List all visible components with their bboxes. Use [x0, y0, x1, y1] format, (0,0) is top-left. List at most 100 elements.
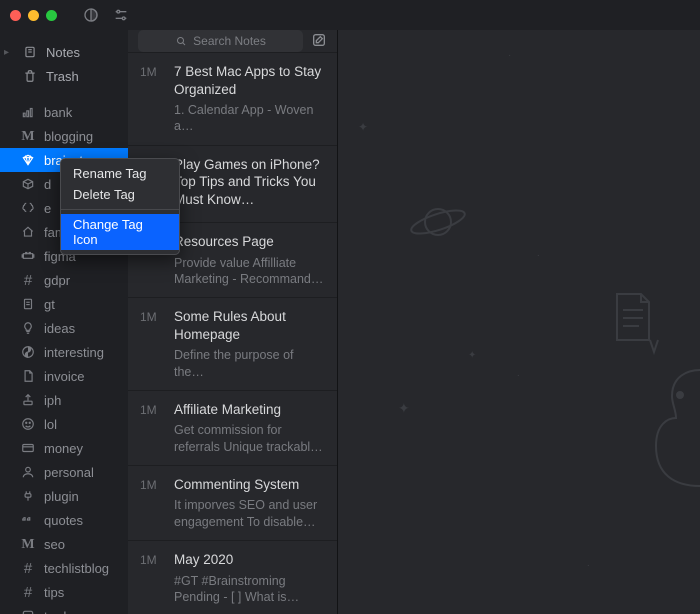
check-icon — [20, 609, 36, 614]
sidebar-tag-plugin[interactable]: plugin — [0, 484, 128, 508]
menu-item-rename-tag[interactable]: Rename Tag — [61, 163, 179, 184]
star-icon: ✦ — [398, 400, 410, 417]
sidebar-tag-label: interesting — [44, 345, 104, 360]
note-title: Affiliate Marketing — [174, 401, 325, 419]
sidebar-tag-label: gdpr — [44, 273, 70, 288]
note-title: Commenting System — [174, 476, 325, 494]
bulb-icon — [20, 321, 36, 335]
sidebar-tag-label: to-do — [44, 609, 74, 614]
invader-icon — [20, 249, 36, 263]
note-item[interactable]: 1M Some Rules About Homepage Define the … — [128, 297, 337, 390]
settings-sliders-icon[interactable] — [113, 7, 129, 23]
sidebar-tag-label: blogging — [44, 129, 93, 144]
minimize-window-button[interactable] — [28, 10, 39, 21]
upload-icon — [20, 393, 36, 407]
sidebar-tag-money[interactable]: money — [0, 436, 128, 460]
note-item[interactable]: 1M Affiliate Marketing Get commission fo… — [128, 390, 337, 465]
box-icon — [20, 177, 36, 191]
star-icon: · — [517, 370, 520, 381]
quote-icon — [20, 513, 36, 527]
notes-icon — [22, 45, 38, 59]
close-window-button[interactable] — [10, 10, 21, 21]
M-icon: M — [20, 127, 36, 145]
sidebar-tag-blogging[interactable]: Mblogging — [0, 124, 128, 148]
smile-icon — [20, 417, 36, 431]
chevron-right-icon: ▸ — [4, 47, 14, 58]
menu-item-change-tag-icon[interactable]: Change Tag Icon — [61, 214, 179, 250]
sidebar-tag-label: tips — [44, 585, 64, 600]
note-excerpt: It imporves SEO and user engagement To d… — [174, 497, 325, 530]
note-item[interactable]: 1M May 2020 #GT #Brainstroming Pending -… — [128, 540, 337, 614]
sidebar-tag-ideas[interactable]: ideas — [0, 316, 128, 340]
note-excerpt: Define the purpose of the… — [174, 347, 325, 380]
bars-icon — [20, 105, 36, 119]
note-item[interactable]: 1M 7 Best Mac Apps to Stay Organized 1. … — [128, 52, 337, 145]
note-excerpt: Provide value Affilliate Marketing - Rec… — [174, 255, 325, 288]
sidebar-tag-techlistblog[interactable]: # techlistblog — [0, 556, 128, 580]
star-icon: · — [537, 250, 540, 261]
note-excerpt: #GT #Brainstroming Pending - [ ] What is… — [174, 573, 325, 606]
sidebar-tag-label: plugin — [44, 489, 79, 504]
sidebar-tag-personal[interactable]: personal — [0, 460, 128, 484]
sidebar-tag-label: techlistblog — [44, 561, 109, 576]
sidebar-tag-seo[interactable]: Mseo — [0, 532, 128, 556]
menu-item-delete-tag[interactable]: Delete Tag — [61, 184, 179, 205]
sidebar-tag-interesting[interactable]: interesting — [0, 340, 128, 364]
sidebar-tag-gdpr[interactable]: # gdpr — [0, 268, 128, 292]
hash-icon: # — [20, 560, 36, 577]
sidebar-tag-quotes[interactable]: quotes — [0, 508, 128, 532]
note-excerpt: 1. Calendar App - Woven a… — [174, 102, 325, 135]
star-icon: · — [587, 560, 590, 571]
search-icon — [175, 35, 187, 47]
sidebar-tag-tips[interactable]: # tips — [0, 580, 128, 604]
sidebar-tag-label: bank — [44, 105, 72, 120]
sidebar-tag-label: iph — [44, 393, 61, 408]
sidebar-item-trash[interactable]: Trash — [0, 64, 128, 88]
sidebar-tag-label: gt — [44, 297, 55, 312]
hash-icon: # — [20, 272, 36, 289]
note-age: 1M — [140, 308, 164, 380]
sidebar-tag-label: invoice — [44, 369, 84, 384]
note-age: 1M — [140, 401, 164, 455]
sidebar-item-notes[interactable]: ▸ Notes — [0, 40, 128, 64]
sidebar-tag-label: e — [44, 201, 51, 216]
sidebar-item-label: Notes — [46, 45, 80, 60]
star-icon: ✦ — [468, 350, 476, 361]
doc-icon — [20, 297, 36, 311]
sidebar-tag-label: quotes — [44, 513, 83, 528]
note-title: Some Rules About Homepage — [174, 308, 325, 343]
sidebar-item-label: Trash — [46, 69, 79, 84]
card-icon — [20, 441, 36, 455]
character-icon — [640, 330, 700, 590]
sidebar-tag-bank[interactable]: bank — [0, 100, 128, 124]
note-age: 1M — [140, 63, 164, 135]
star-icon: ✦ — [358, 120, 368, 134]
plug-icon — [20, 489, 36, 503]
note-age: 1M — [140, 476, 164, 530]
sidebar-tag-label: seo — [44, 537, 65, 552]
sidebar-tag-iph[interactable]: iph — [0, 388, 128, 412]
maximize-window-button[interactable] — [46, 10, 57, 21]
compose-button[interactable] — [311, 32, 327, 51]
menu-separator — [61, 209, 179, 210]
sidebar-tag-label: lol — [44, 417, 57, 432]
sidebar-tag-gt[interactable]: gt — [0, 292, 128, 316]
M-icon: M — [20, 535, 36, 553]
trash-icon — [22, 69, 38, 83]
sidebar-tag-to-do[interactable]: to-do — [0, 604, 128, 614]
hash-icon: # — [20, 584, 36, 601]
yinyang-icon — [20, 345, 36, 359]
contrast-icon[interactable] — [83, 7, 99, 23]
sidebar-tag-invoice[interactable]: invoice — [0, 364, 128, 388]
person-icon — [20, 465, 36, 479]
sidebar-tag-label: ideas — [44, 321, 75, 336]
editor-pane: ✦ ✦ ✦ · · · · — [338, 30, 700, 614]
window-traffic-lights[interactable] — [10, 10, 57, 21]
note-item[interactable]: 1M Commenting System It imporves SEO and… — [128, 465, 337, 540]
diamond-icon — [20, 153, 36, 167]
sidebar-tag-lol[interactable]: lol — [0, 412, 128, 436]
planet-icon — [408, 200, 468, 245]
note-age: 1M — [140, 551, 164, 605]
note-title: May 2020 — [174, 551, 325, 569]
search-input[interactable]: Search Notes — [138, 30, 303, 52]
